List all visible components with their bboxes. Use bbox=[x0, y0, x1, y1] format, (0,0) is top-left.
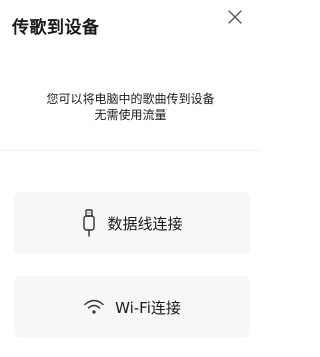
wifi-connect-button[interactable]: Wi-Fi连接 bbox=[14, 276, 250, 338]
close-button[interactable] bbox=[226, 8, 244, 26]
description-line-1: 您可以将电脑中的歌曲传到设备 bbox=[46, 92, 215, 106]
close-icon bbox=[228, 10, 242, 24]
wifi-icon bbox=[83, 298, 105, 316]
wifi-connect-label: Wi-Fi连接 bbox=[115, 298, 181, 317]
description-line-2: 无需使用流量 bbox=[94, 108, 167, 122]
divider bbox=[0, 150, 261, 151]
dialog-description: 您可以将电脑中的歌曲传到设备 无需使用流量 bbox=[0, 91, 261, 123]
usb-cable-icon bbox=[81, 209, 97, 237]
usb-connect-button[interactable]: 数据线连接 bbox=[14, 192, 250, 254]
transfer-dialog: 传歌到设备 您可以将电脑中的歌曲传到设备 无需使用流量 数据线连接 Wi-Fi连… bbox=[0, 0, 261, 357]
usb-connect-label: 数据线连接 bbox=[107, 214, 183, 233]
dialog-title: 传歌到设备 bbox=[12, 18, 100, 38]
